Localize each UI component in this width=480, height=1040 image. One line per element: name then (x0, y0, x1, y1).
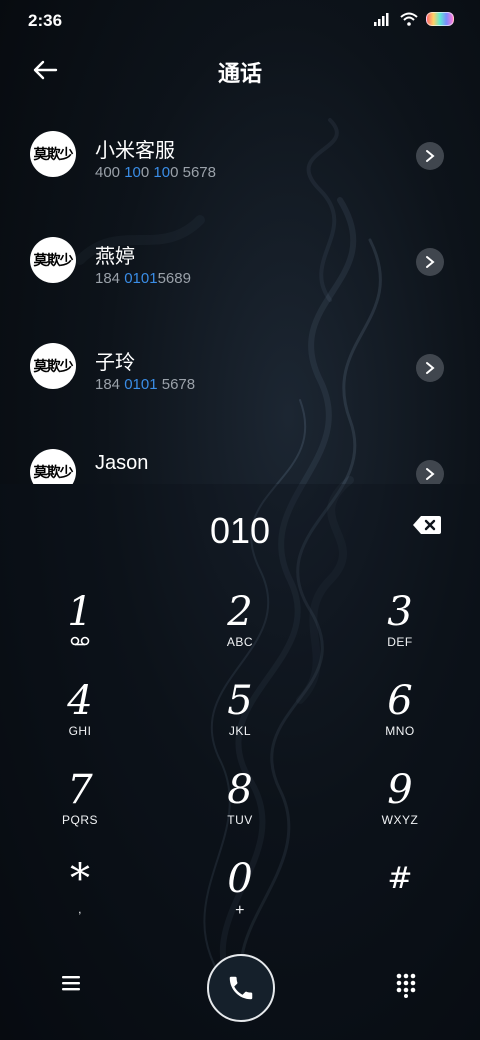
avatar: 莫欺少 (30, 237, 76, 283)
keypad-toggle-button[interactable] (395, 972, 419, 1000)
contact-item[interactable]: 莫欺少 燕婷 184 01015689 (0, 226, 480, 332)
backspace-button[interactable] (412, 514, 442, 536)
contact-name: 子玲 (95, 352, 135, 374)
menu-icon (62, 976, 80, 991)
contact-name: 小米客服 (95, 140, 175, 162)
chevron-right-icon (426, 362, 435, 374)
header: 通话 (0, 48, 480, 92)
contact-number: 400 100 100 5678 (95, 164, 216, 181)
menu-button[interactable] (60, 974, 88, 1002)
contact-number: 184 01015689 (95, 270, 191, 287)
dial-key-0[interactable]: 0 + (180, 857, 300, 937)
dial-key-3[interactable]: 3 DEF (340, 590, 460, 670)
voicemail-icon (70, 636, 90, 646)
contact-name: 燕婷 (95, 246, 135, 268)
chevron-right-icon (426, 256, 435, 268)
wifi-icon (400, 12, 418, 26)
contact-name: Jason (95, 452, 149, 474)
dial-key-2[interactable]: 2 ABC (180, 590, 300, 670)
contact-detail-button[interactable] (416, 354, 444, 382)
keypad-icon (396, 973, 416, 998)
dial-key-6[interactable]: 6 MNO (340, 679, 460, 759)
contact-item[interactable]: 莫欺少 子玲 184 0101 5678 (0, 332, 480, 438)
avatar: 莫欺少 (30, 131, 76, 177)
contact-detail-button[interactable] (416, 248, 444, 276)
page-title: 通话 (217, 61, 262, 86)
dial-key-5[interactable]: 5 JKL (180, 679, 300, 759)
bottom-bar (0, 954, 480, 1024)
chevron-right-icon (426, 468, 435, 480)
dial-key-hash[interactable]: # (340, 857, 460, 937)
signal-icon (374, 13, 389, 26)
dial-key-9[interactable]: 9 WXYZ (340, 768, 460, 848)
dial-key-1[interactable]: 1 (20, 590, 140, 670)
avatar: 莫欺少 (30, 343, 76, 389)
backspace-icon (413, 516, 441, 534)
contact-item[interactable]: 莫欺少 Jason (0, 438, 480, 484)
status-icons (374, 12, 454, 26)
battery-icon (426, 12, 454, 26)
phone-icon (229, 976, 253, 1000)
dial-key-star[interactable]: * , (20, 857, 140, 937)
status-time: 2:36 (28, 11, 63, 30)
chevron-right-icon (426, 150, 435, 162)
dial-key-8[interactable]: 8 TUV (180, 768, 300, 848)
contact-number: 184 0101 5678 (95, 376, 196, 393)
status-bar: 2:36 (0, 0, 480, 40)
dial-key-4[interactable]: 4 GHI (20, 679, 140, 759)
dial-key-7[interactable]: 7 PQRS (20, 768, 140, 848)
contact-detail-button[interactable] (416, 142, 444, 170)
contact-suggestions: 莫欺少 小米客服 400 100 100 5678 莫欺少 燕婷 184 010… (0, 120, 480, 484)
avatar: 莫欺少 (30, 449, 76, 484)
contact-detail-button[interactable] (416, 460, 444, 484)
call-button[interactable] (207, 954, 275, 1022)
contact-item[interactable]: 莫欺少 小米客服 400 100 100 5678 (0, 120, 480, 226)
dialed-number[interactable]: 010 (0, 510, 480, 552)
